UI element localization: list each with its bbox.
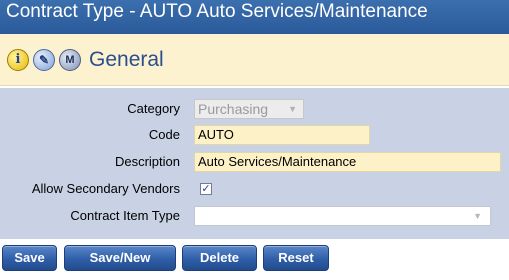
save-button[interactable]: Save — [2, 245, 57, 271]
section-title: General — [89, 47, 164, 71]
contract-item-type-select[interactable]: ▼ — [194, 206, 491, 226]
dropdown-arrow-icon: ▼ — [473, 211, 482, 221]
code-row: Code AUTO — [0, 124, 509, 146]
notes-icon[interactable]: ✎ — [33, 48, 55, 71]
info-icon[interactable]: i — [7, 48, 29, 71]
general-form: Category Purchasing ▼ Code AUTO Descript… — [0, 88, 509, 239]
memo-icon[interactable]: M — [59, 48, 81, 71]
description-row: Description Auto Services/Maintenance — [0, 151, 509, 173]
category-value: Purchasing — [198, 101, 269, 117]
code-label: Code — [148, 127, 180, 142]
description-label: Description — [114, 154, 180, 169]
category-row: Category Purchasing ▼ — [0, 98, 509, 120]
code-input[interactable]: AUTO — [194, 125, 370, 145]
window-title-bar: Contract Type - AUTO Auto Services/Maint… — [0, 0, 509, 34]
save-new-button[interactable]: Save/New — [64, 245, 176, 271]
section-header: i ✎ M General — [0, 34, 509, 86]
allow-secondary-checkbox[interactable]: ✓ — [200, 183, 212, 195]
contract-item-type-label: Contract Item Type — [70, 208, 180, 223]
delete-button[interactable]: Delete — [182, 245, 257, 271]
dropdown-arrow-icon: ▼ — [288, 104, 297, 114]
contract-item-type-row: Contract Item Type ▼ — [0, 205, 509, 227]
category-label: Category — [127, 101, 180, 116]
description-input[interactable]: Auto Services/Maintenance — [194, 152, 501, 172]
reset-button[interactable]: Reset — [263, 245, 329, 271]
action-buttons: Save Save/New Delete Reset — [0, 245, 509, 272]
allow-secondary-label: Allow Secondary Vendors — [31, 181, 180, 196]
allow-secondary-row: Allow Secondary Vendors ✓ — [0, 178, 509, 200]
window-title: Contract Type - AUTO Auto Services/Maint… — [6, 1, 428, 22]
category-select[interactable]: Purchasing ▼ — [194, 99, 304, 119]
